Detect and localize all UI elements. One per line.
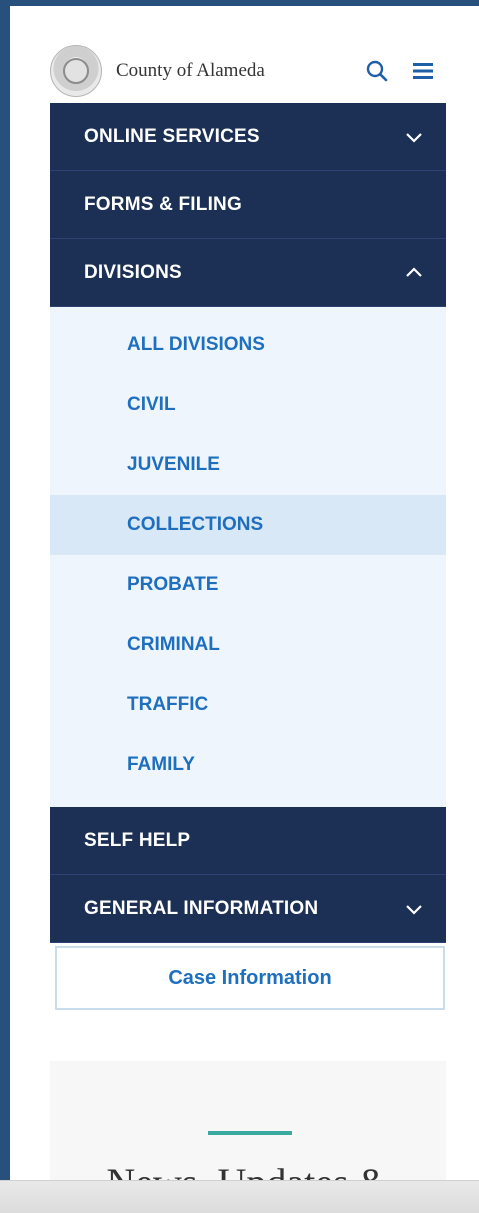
- accent-divider: [208, 1131, 292, 1135]
- nav-item-label: ONLINE SERVICES: [84, 125, 260, 147]
- nav-item-label: DIVISIONS: [84, 261, 182, 283]
- submenu-item-collections[interactable]: COLLECTIONS: [50, 495, 446, 555]
- nav-forms-filing[interactable]: FORMS & FILING: [50, 171, 446, 239]
- nav-divisions[interactable]: DIVISIONS: [50, 239, 446, 307]
- submenu-item-criminal[interactable]: CRIMINAL: [50, 615, 446, 675]
- nav-general-information[interactable]: GENERAL INFORMATION: [50, 875, 446, 943]
- seal-emblem: [63, 58, 89, 84]
- submenu-item-civil[interactable]: CIVIL: [50, 375, 446, 435]
- submenu-item-family[interactable]: FAMILY: [50, 735, 446, 795]
- nav-item-label: SELF HELP: [84, 829, 191, 851]
- site-header: County of Alameda: [50, 40, 446, 102]
- brand-name[interactable]: County of Alameda: [116, 60, 265, 82]
- chevron-up-icon[interactable]: [402, 261, 426, 285]
- county-seal-logo[interactable]: [50, 45, 102, 97]
- page-frame: County of Alameda ONLINE SERVICES FORMS …: [10, 6, 479, 1180]
- nav-item-label: FORMS & FILING: [84, 193, 242, 215]
- browser-bottom-bar: [0, 1180, 479, 1213]
- search-icon[interactable]: [364, 58, 390, 84]
- chevron-down-icon[interactable]: [402, 897, 426, 921]
- submenu-item-probate[interactable]: PROBATE: [50, 555, 446, 615]
- nav-item-label: GENERAL INFORMATION: [84, 897, 319, 919]
- case-information-button[interactable]: Case Information: [55, 946, 445, 1010]
- chevron-down-icon[interactable]: [402, 125, 426, 149]
- news-section: News, Updates &: [50, 1061, 446, 1180]
- news-heading: News, Updates &: [50, 1159, 446, 1180]
- nav-self-help[interactable]: SELF HELP: [50, 807, 446, 875]
- submenu-item-traffic[interactable]: TRAFFIC: [50, 675, 446, 735]
- nav-online-services[interactable]: ONLINE SERVICES: [50, 103, 446, 171]
- menu-icon[interactable]: [410, 58, 436, 84]
- submenu-item-juvenile[interactable]: JUVENILE: [50, 435, 446, 495]
- divisions-submenu: ALL DIVISIONS CIVIL JUVENILE COLLECTIONS…: [50, 307, 446, 807]
- main-nav: ONLINE SERVICES FORMS & FILING DIVISIONS…: [50, 103, 446, 943]
- submenu-item-all-divisions[interactable]: ALL DIVISIONS: [50, 315, 446, 375]
